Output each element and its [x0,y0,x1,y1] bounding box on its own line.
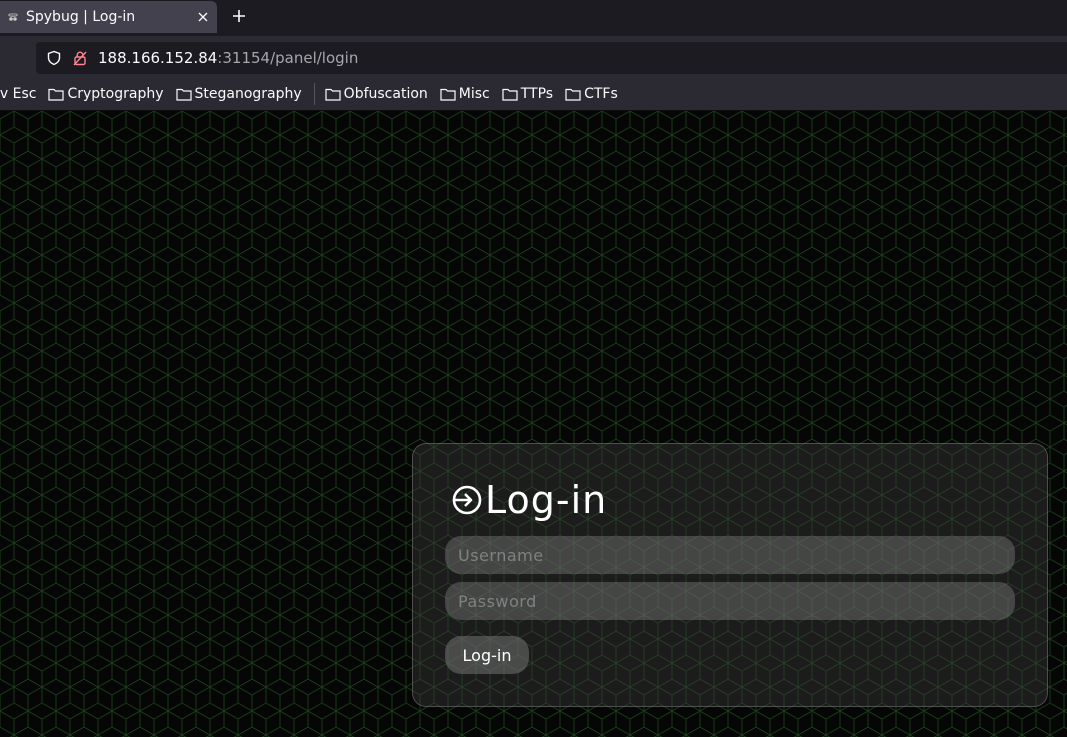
url-bar[interactable]: 188.166.152.84:31154/panel/login [36,42,1067,74]
login-card: Log-in Log-in [412,443,1048,707]
tab-title: Spybug | Log-in [26,9,136,25]
close-tab-icon[interactable] [193,7,213,27]
folder-icon [48,88,65,101]
bookmark-steganography[interactable]: Steganography [175,86,302,102]
browser-tab[interactable]: Spybug | Log-in [0,1,217,33]
url-host: 188.166.152.84 [98,49,218,67]
bookmark-misc[interactable]: Misc [440,86,490,102]
login-title: Log-in [485,478,608,522]
folder-icon [440,88,456,101]
login-heading: Log-in [451,478,607,522]
url-text[interactable]: 188.166.152.84:31154/panel/login [98,49,358,67]
bookmark-label: Misc [458,86,490,102]
shield-icon[interactable] [46,50,62,66]
page-content: Log-in Log-in [0,111,1067,737]
folder-icon [565,88,581,101]
password-input[interactable] [445,582,1015,620]
bookmark-label: Cryptography [67,86,164,102]
username-input[interactable] [445,536,1015,574]
folder-icon [175,88,192,101]
folder-icon [325,88,341,101]
bookmark-separator [313,83,315,105]
bookmark-cryptography[interactable]: Cryptography [48,86,164,102]
bookmark-obfuscation[interactable]: Obfuscation [325,86,428,102]
tab-bar: Spybug | Log-in [0,0,1067,36]
bookmarks-toolbar: iv Esc Cryptography Steganography Obfusc… [0,78,1067,111]
bookmark-label: TTPs [520,86,554,102]
login-button[interactable]: Log-in [445,636,529,674]
new-tab-icon[interactable] [229,6,249,26]
bookmark-priv-esc[interactable]: iv Esc [0,86,36,102]
insecure-lock-icon[interactable] [72,50,88,66]
bookmark-label: iv Esc [0,86,37,102]
bookmark-label: Steganography [194,86,302,102]
bookmark-label: CTFs [584,86,618,102]
navigation-bar: 188.166.152.84:31154/panel/login [0,36,1067,78]
bookmark-label: Obfuscation [343,86,428,102]
login-arrow-icon [452,485,482,515]
bookmark-ctfs[interactable]: CTFs [565,86,618,102]
bookmark-ttps[interactable]: TTPs [502,86,553,102]
url-path: :31154/panel/login [217,49,359,67]
spy-icon [7,11,19,23]
folder-icon [502,88,518,101]
